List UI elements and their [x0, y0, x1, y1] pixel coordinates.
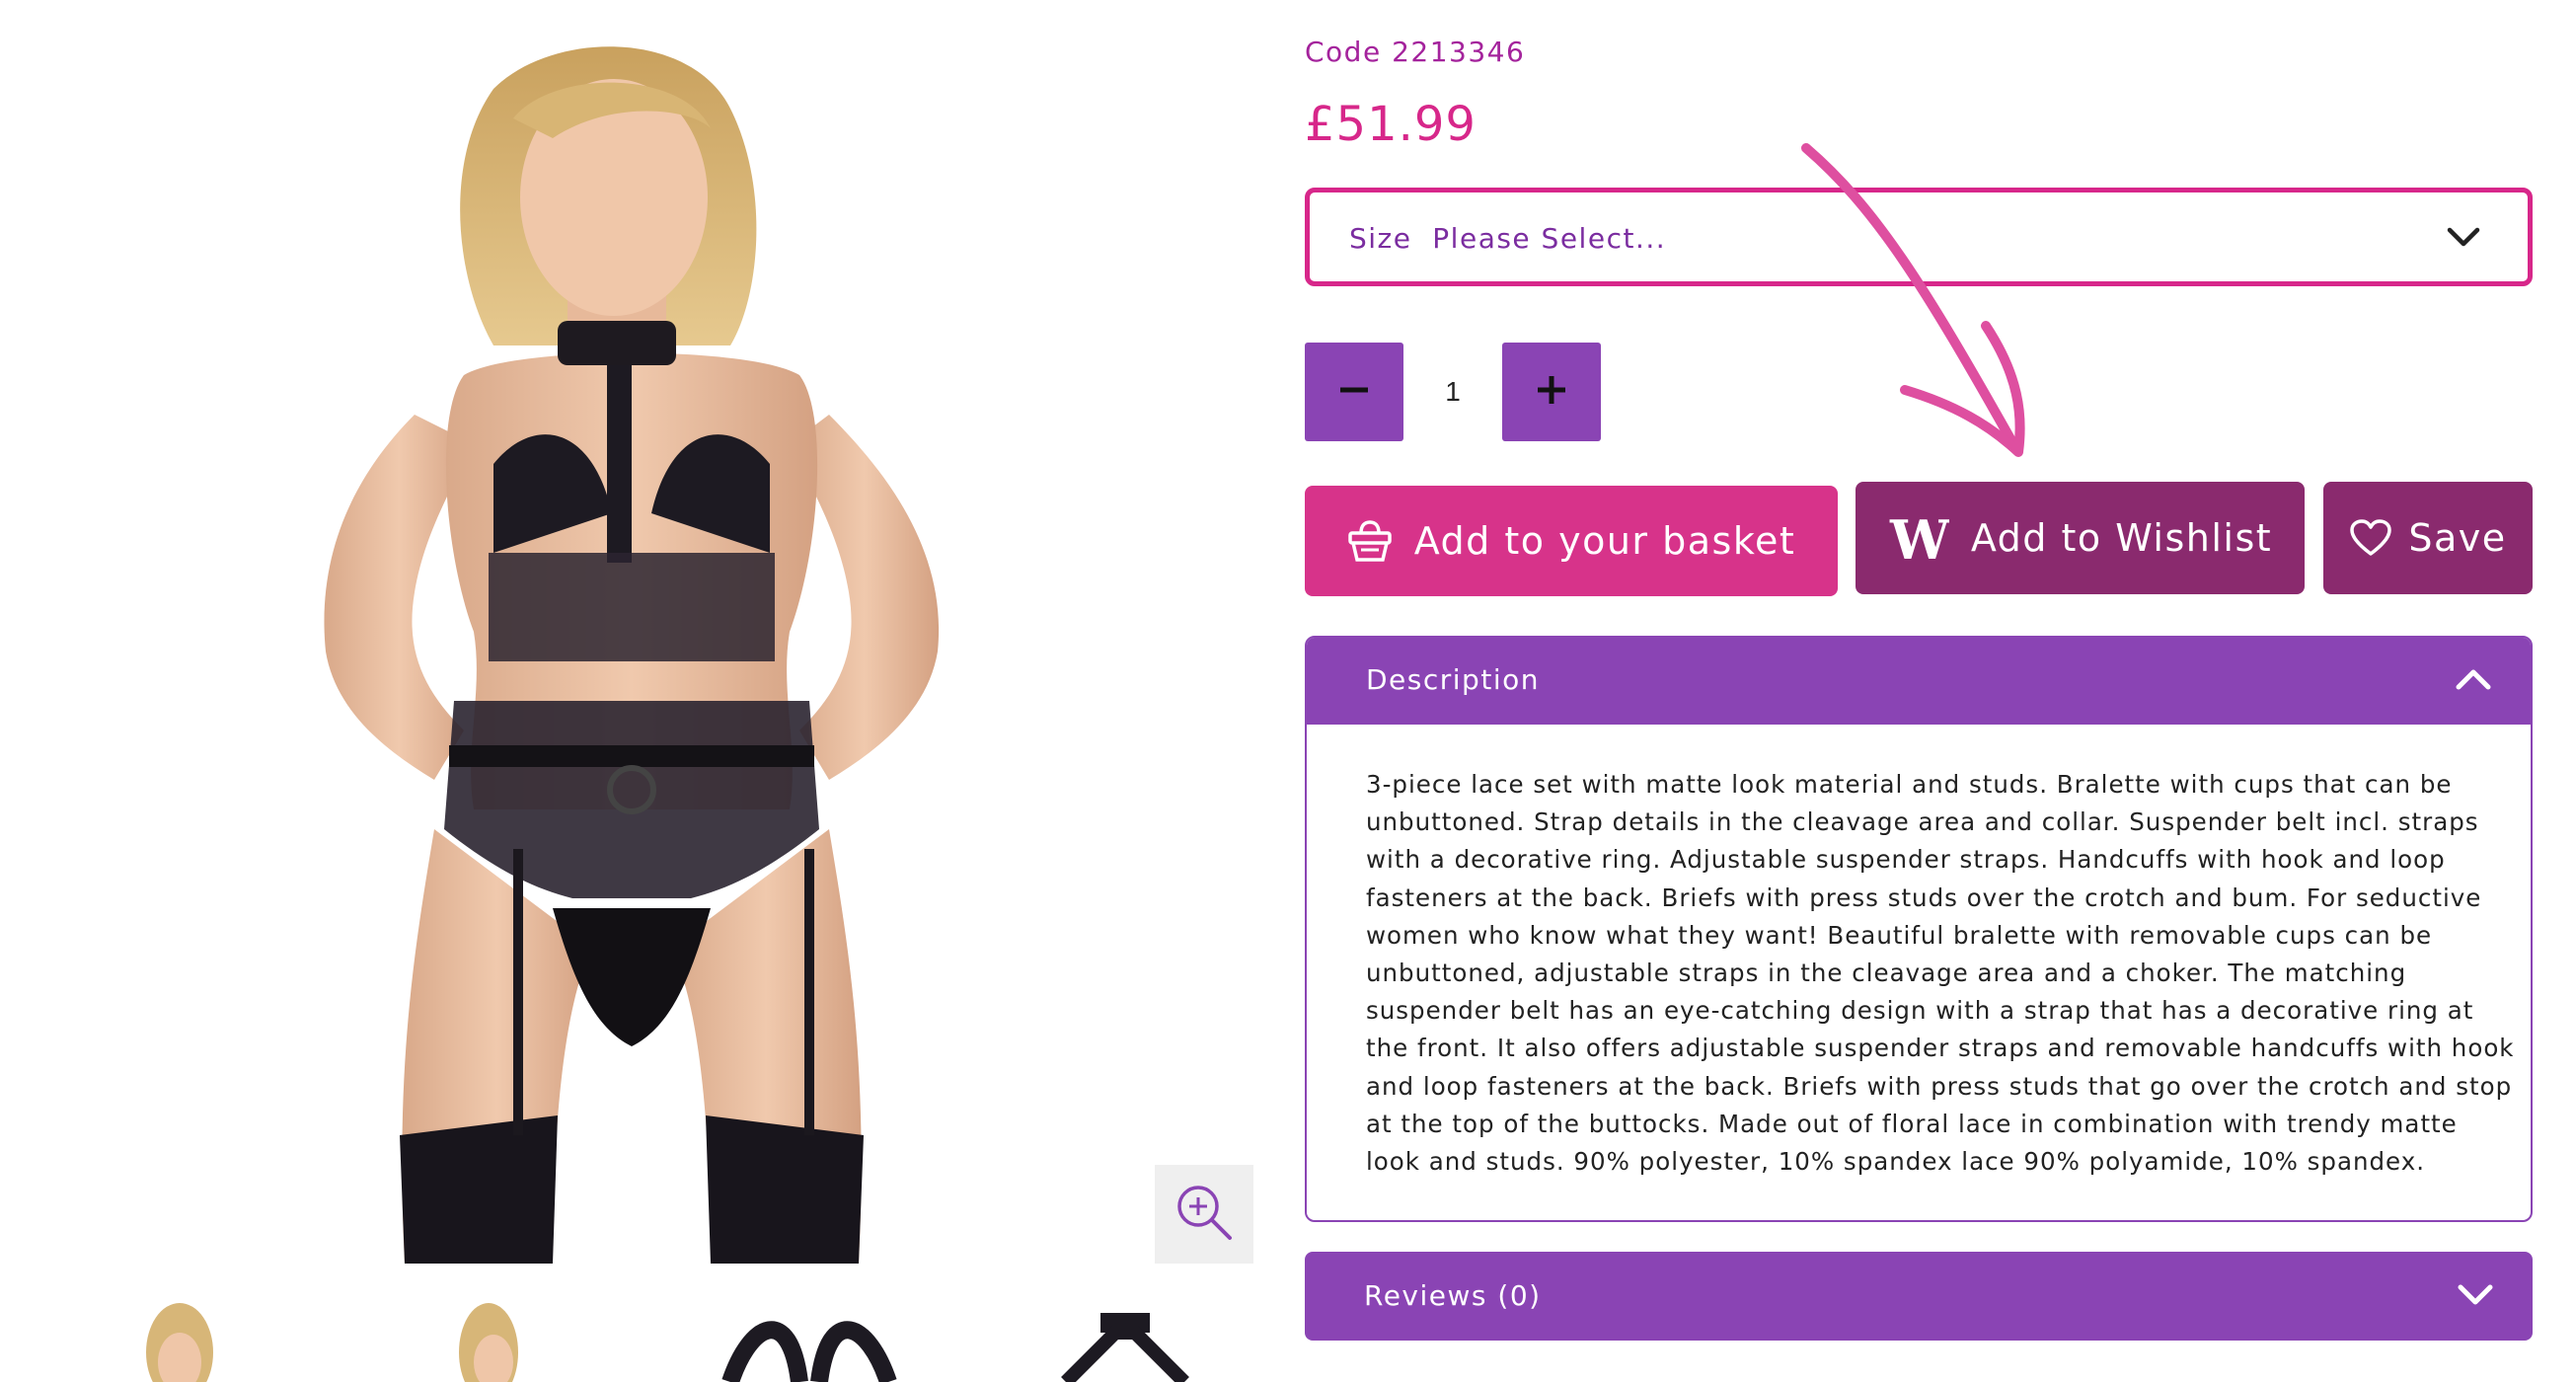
svg-text:W: W: [1889, 513, 1949, 563]
add-to-basket-label: Add to your basket: [1413, 519, 1796, 563]
chevron-up-icon: [2456, 667, 2491, 695]
product-price: £51.99: [1305, 97, 1477, 152]
zoom-in-icon: [1174, 1182, 1235, 1247]
add-to-wishlist-label: Add to Wishlist: [1970, 516, 2273, 560]
thumbnail-1[interactable]: [59, 1293, 296, 1382]
wishlist-w-icon: W: [1888, 513, 1949, 563]
description-line: at the top of the buttocks. Made out of …: [1366, 1109, 2458, 1138]
description-line: look and studs. 90% polyester, 10% spand…: [1366, 1147, 2425, 1177]
plus-icon: [1535, 373, 1568, 411]
add-to-wishlist-button[interactable]: W Add to Wishlist: [1856, 482, 2305, 594]
save-button[interactable]: Save: [2323, 482, 2533, 594]
description-line: 3-piece lace set with matte look materia…: [1366, 770, 2453, 799]
product-code: Code 2213346: [1305, 36, 1526, 68]
description-line: fasteners at the back. Briefs with press…: [1366, 883, 2482, 912]
quantity-decrease-button[interactable]: [1305, 343, 1403, 441]
save-label: Save: [2408, 516, 2507, 560]
minus-icon: [1337, 373, 1371, 411]
thumbnail-4[interactable]: [1007, 1293, 1244, 1382]
chevron-down-icon: [2458, 1283, 2493, 1311]
product-main-image[interactable]: [0, 0, 1273, 1264]
reviews-title: Reviews (0): [1364, 1279, 1542, 1312]
description-line: suspender belt has an eye-catching desig…: [1366, 996, 2474, 1026]
description-line: and loop fasteners at the back. Briefs w…: [1366, 1071, 2513, 1101]
thumbnail-2[interactable]: [375, 1293, 612, 1382]
thumbnail-strip: [0, 1293, 1273, 1382]
description-line: with a decorative ring. Adjustable suspe…: [1366, 845, 2446, 875]
size-select[interactable]: Size Please Select...: [1305, 188, 2533, 286]
size-label: Size: [1349, 222, 1412, 255]
add-to-basket-button[interactable]: Add to your basket: [1305, 486, 1838, 596]
basket-icon: [1347, 519, 1393, 563]
description-line: the front. It also offers adjustable sus…: [1366, 1034, 2515, 1063]
size-value: Please Select...: [1432, 222, 1667, 255]
quantity-increase-button[interactable]: [1502, 343, 1601, 441]
description-title: Description: [1366, 663, 1540, 696]
description-header[interactable]: Description: [1307, 638, 2531, 725]
description-panel: Description 3-piece lace set with matte …: [1305, 636, 2533, 1222]
description-line: unbuttoned, adjustable straps in the cle…: [1366, 959, 2407, 988]
zoom-button[interactable]: [1155, 1165, 1253, 1264]
thumbnail-3[interactable]: [691, 1293, 928, 1382]
size-select-text: Size Please Select...: [1349, 222, 1666, 255]
chevron-down-icon: [2447, 226, 2480, 252]
description-text: 3-piece lace set with matte look materia…: [1366, 766, 2515, 1181]
description-line: women who know what they want! Beautiful…: [1366, 920, 2433, 950]
quantity-value[interactable]: 1: [1403, 343, 1502, 441]
description-line: unbuttoned. Strap details in the cleavag…: [1366, 807, 2479, 837]
heart-icon: [2349, 518, 2392, 558]
reviews-header[interactable]: Reviews (0): [1305, 1252, 2533, 1341]
